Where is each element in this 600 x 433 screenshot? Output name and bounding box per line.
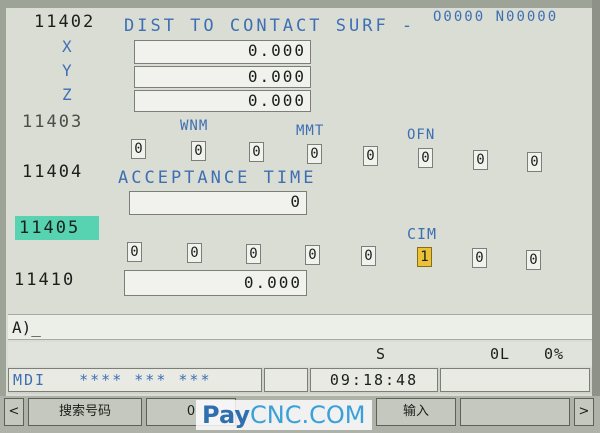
- param-number-11402: 11402: [34, 12, 96, 32]
- bezel-top: [0, 0, 600, 8]
- axis-value-z[interactable]: 0.000: [134, 90, 311, 112]
- program-number: O0000: [433, 9, 486, 25]
- softkey-right-arrow[interactable]: >: [574, 398, 594, 426]
- watermark-pay: Pay: [202, 401, 251, 429]
- watermark-cnc: CNC.COM: [250, 401, 366, 429]
- bit-11403-5[interactable]: 0: [249, 142, 264, 162]
- bit-11405-1[interactable]: 0: [472, 248, 487, 268]
- spindle-value: 0L: [490, 345, 511, 363]
- param-number-11410: 11410: [14, 270, 76, 290]
- bit-11405-4[interactable]: 0: [305, 245, 320, 265]
- axis-value-y[interactable]: 0.000: [134, 66, 311, 88]
- softkey-blank[interactable]: [460, 398, 570, 426]
- blank-segment-2: [440, 368, 590, 392]
- param-title-11402: DIST TO CONTACT SURF -: [124, 16, 416, 36]
- watermark-logo: PayCNC.COM: [196, 400, 372, 430]
- softkey-search-number[interactable]: 搜索号码: [28, 398, 142, 426]
- softkey-input[interactable]: 输入: [376, 398, 456, 426]
- axis-value-x[interactable]: 0.000: [134, 40, 311, 64]
- param-value-11404[interactable]: 0: [129, 191, 307, 215]
- param-number-11404: 11404: [22, 162, 84, 182]
- bit-11403-1[interactable]: 0: [473, 150, 488, 170]
- axis-label-x: X: [62, 37, 73, 56]
- bezel-left: [0, 0, 6, 433]
- status-stars: **** *** ***: [79, 371, 212, 389]
- spindle-label: S: [376, 345, 387, 363]
- clock: 09:18:48: [310, 368, 438, 392]
- program-sequence-display: O0000 N00000: [433, 9, 558, 25]
- blank-segment-1: [264, 368, 308, 392]
- sequence-number: N00000: [495, 9, 559, 25]
- bit-11403-3[interactable]: 0: [363, 146, 378, 166]
- bit-11405-2-cursor[interactable]: 1: [417, 247, 432, 267]
- param-number-11405-selected[interactable]: 11405: [15, 216, 99, 240]
- bit-11403-0[interactable]: 0: [527, 152, 542, 172]
- mode-status-segment: MDI **** *** ***: [8, 368, 262, 392]
- bit-11403-6[interactable]: 0: [191, 141, 206, 161]
- bit-11405-0[interactable]: 0: [526, 250, 541, 270]
- bit-label-mmt: MMT: [296, 123, 325, 139]
- axis-label-z: Z: [62, 85, 73, 104]
- bit-11403-7[interactable]: 0: [131, 139, 146, 159]
- bit-11405-3[interactable]: 0: [361, 246, 376, 266]
- param-value-11410[interactable]: 0.000: [124, 270, 307, 296]
- param-number-11403: 11403: [22, 112, 84, 132]
- param-title-11404: ACCEPTANCE TIME: [118, 168, 317, 188]
- bit-11403-2[interactable]: 0: [418, 148, 433, 168]
- cnc-parameter-screen: O0000 N00000 11402 DIST TO CONTACT SURF …: [0, 0, 600, 433]
- bit-label-wnm: WNM: [180, 118, 209, 134]
- bit-11405-7[interactable]: 0: [127, 242, 142, 262]
- bit-label-ofn: OFN: [407, 127, 436, 143]
- bit-11405-6[interactable]: 0: [187, 243, 202, 263]
- bit-11403-4[interactable]: 0: [307, 144, 322, 164]
- softkey-left-arrow[interactable]: <: [4, 398, 24, 426]
- override-percent: 0%: [544, 345, 565, 363]
- key-input-line[interactable]: A)_: [8, 314, 592, 340]
- bit-label-cim: CIM: [407, 225, 438, 243]
- axis-label-y: Y: [62, 61, 73, 80]
- bit-11405-5[interactable]: 0: [246, 244, 261, 264]
- mode-label: MDI: [13, 371, 47, 389]
- bezel-right: [592, 0, 600, 433]
